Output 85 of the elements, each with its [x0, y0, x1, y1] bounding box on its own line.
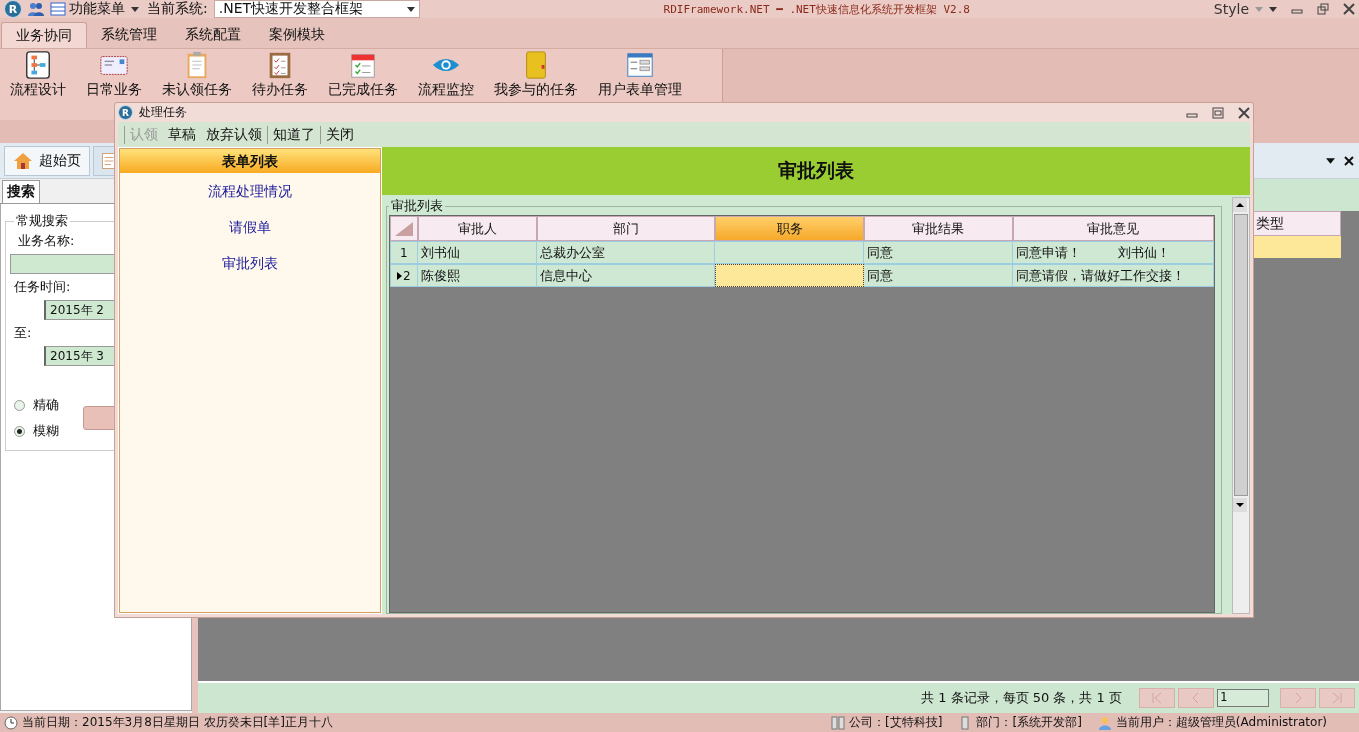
ribbon-tab[interactable]: 案例模块 — [255, 22, 339, 48]
ribbon-button[interactable]: 待办任务 — [246, 50, 314, 100]
radio-option[interactable]: 模糊 — [14, 422, 59, 440]
maximize-icon[interactable] — [1212, 106, 1224, 119]
group-title: 审批列表 — [390, 197, 444, 215]
window-title: RDIFramework.NET ━ .NET快速信息化系统开发框架 V2.8 — [662, 1, 971, 17]
flowchart-icon — [23, 50, 53, 80]
function-menu-button[interactable]: 功能菜单 — [50, 0, 125, 18]
system-combo[interactable]: .NET快速开发整合框架 — [213, 0, 420, 18]
table-cell: 刘书仙 — [417, 241, 537, 264]
ribbon-button[interactable]: 流程监控 — [412, 50, 480, 100]
last-page-icon — [1331, 692, 1343, 704]
column-header[interactable]: 职务 — [715, 216, 864, 241]
form-list-link[interactable]: 流程处理情况 — [208, 183, 292, 201]
toolbar-button[interactable]: 关闭 — [320, 125, 359, 144]
search-tab[interactable]: 搜索 — [2, 180, 40, 203]
field-label: 至: — [14, 324, 32, 342]
dialog-logo: R — [118, 105, 133, 120]
column-header[interactable]: 部门 — [536, 216, 716, 241]
ribbon-tab[interactable]: 系统管理 — [87, 22, 171, 48]
dialog-title: 处理任务 — [139, 104, 187, 121]
table-cell: 同意 — [864, 264, 1013, 287]
first-page-icon — [1151, 692, 1163, 704]
form-window-icon — [625, 50, 655, 80]
status-date: 当前日期：2015年3月8日星期日 农历癸未日[羊]正月十八 — [22, 714, 333, 731]
scroll-up-icon[interactable] — [1233, 198, 1247, 212]
table-cell: 同意申请！ 刘书仙！ — [1012, 241, 1214, 264]
status-department: 部门：[系统开发部] — [976, 714, 1082, 731]
current-row-icon — [397, 271, 403, 280]
pager-summary: 共 1 条记录，每页 50 条，共 1 页 — [921, 689, 1122, 707]
form-list-header: 表单列表 — [120, 149, 380, 173]
users-icon[interactable] — [28, 1, 44, 17]
user-icon — [1097, 715, 1112, 730]
ribbon-button[interactable]: 已完成任务 — [322, 50, 404, 100]
toolbar-button[interactable]: 放弃认领 — [201, 125, 267, 144]
ribbon-button[interactable]: 我参与的任务 — [488, 50, 584, 100]
table-cell: 信息中心 — [536, 264, 716, 287]
table-cell: 同意 — [864, 241, 1013, 264]
form-list-link[interactable]: 请假单 — [229, 219, 271, 237]
status-user: 当前用户：超级管理员(Administrator) — [1115, 714, 1327, 731]
close-icon[interactable] — [1343, 154, 1355, 167]
column-header[interactable]: 审批意见 — [1012, 216, 1214, 241]
field-label: 任务时间: — [14, 278, 71, 296]
clock-icon — [4, 715, 18, 730]
table-cell: 总裁办公室 — [536, 241, 716, 264]
toolbar-button[interactable]: 知道了 — [267, 125, 320, 144]
page-header: 审批列表 — [382, 147, 1250, 195]
column-header[interactable]: 审批结果 — [864, 216, 1013, 241]
menu-list-icon — [50, 1, 66, 17]
building-icon — [831, 715, 846, 730]
ribbon-button[interactable]: 日常业务 — [80, 50, 148, 100]
dropdown-caret-icon[interactable] — [1269, 6, 1277, 12]
row-header[interactable]: 2 — [390, 264, 418, 287]
group-title: 常规搜索 — [15, 212, 69, 230]
restore-icon[interactable] — [1317, 3, 1329, 15]
field-label: 业务名称: — [18, 232, 75, 250]
column-header[interactable]: 审批人 — [417, 216, 537, 241]
tab-list-caret-icon[interactable] — [1326, 157, 1335, 164]
toolbar-button[interactable]: 草稿 — [163, 125, 201, 144]
select-all-corner[interactable] — [390, 216, 418, 241]
vertical-scrollbar[interactable] — [1232, 197, 1250, 614]
dropdown-caret-icon — [406, 6, 415, 12]
ribbon-button[interactable]: 流程设计 — [4, 50, 72, 100]
document-tab[interactable]: 超始页 — [4, 145, 90, 176]
current-system-label: 当前系统: — [147, 0, 208, 18]
ribbon-tab[interactable]: 业务协同 — [1, 22, 87, 48]
house-icon — [13, 150, 33, 171]
row-header[interactable]: 1 — [390, 241, 418, 264]
page-field[interactable]: 1 — [1217, 689, 1269, 707]
table-cell: 同意请假，请做好工作交接！ — [1012, 264, 1214, 287]
dropdown-caret-icon[interactable] — [131, 6, 139, 12]
column-header[interactable]: 类型 — [1253, 211, 1341, 236]
close-icon[interactable] — [1238, 106, 1250, 119]
form-list-link[interactable]: 审批列表 — [222, 255, 278, 273]
ribbon-tab[interactable]: 系统配置 — [171, 22, 255, 48]
ribbon-button[interactable]: 未认领任务 — [156, 50, 238, 100]
ribbon-button[interactable]: 用户表单管理 — [592, 50, 688, 100]
close-icon[interactable] — [1343, 3, 1355, 15]
triangle-icon — [393, 220, 414, 237]
table-cell: 陈俊熙 — [417, 264, 537, 287]
radio-option[interactable]: 精确 — [14, 396, 59, 414]
style-button[interactable]: Style — [1213, 1, 1249, 17]
app-logo: R — [4, 0, 22, 18]
status-company: 公司：[艾特科技] — [849, 714, 943, 731]
scroll-down-icon[interactable] — [1233, 498, 1247, 512]
